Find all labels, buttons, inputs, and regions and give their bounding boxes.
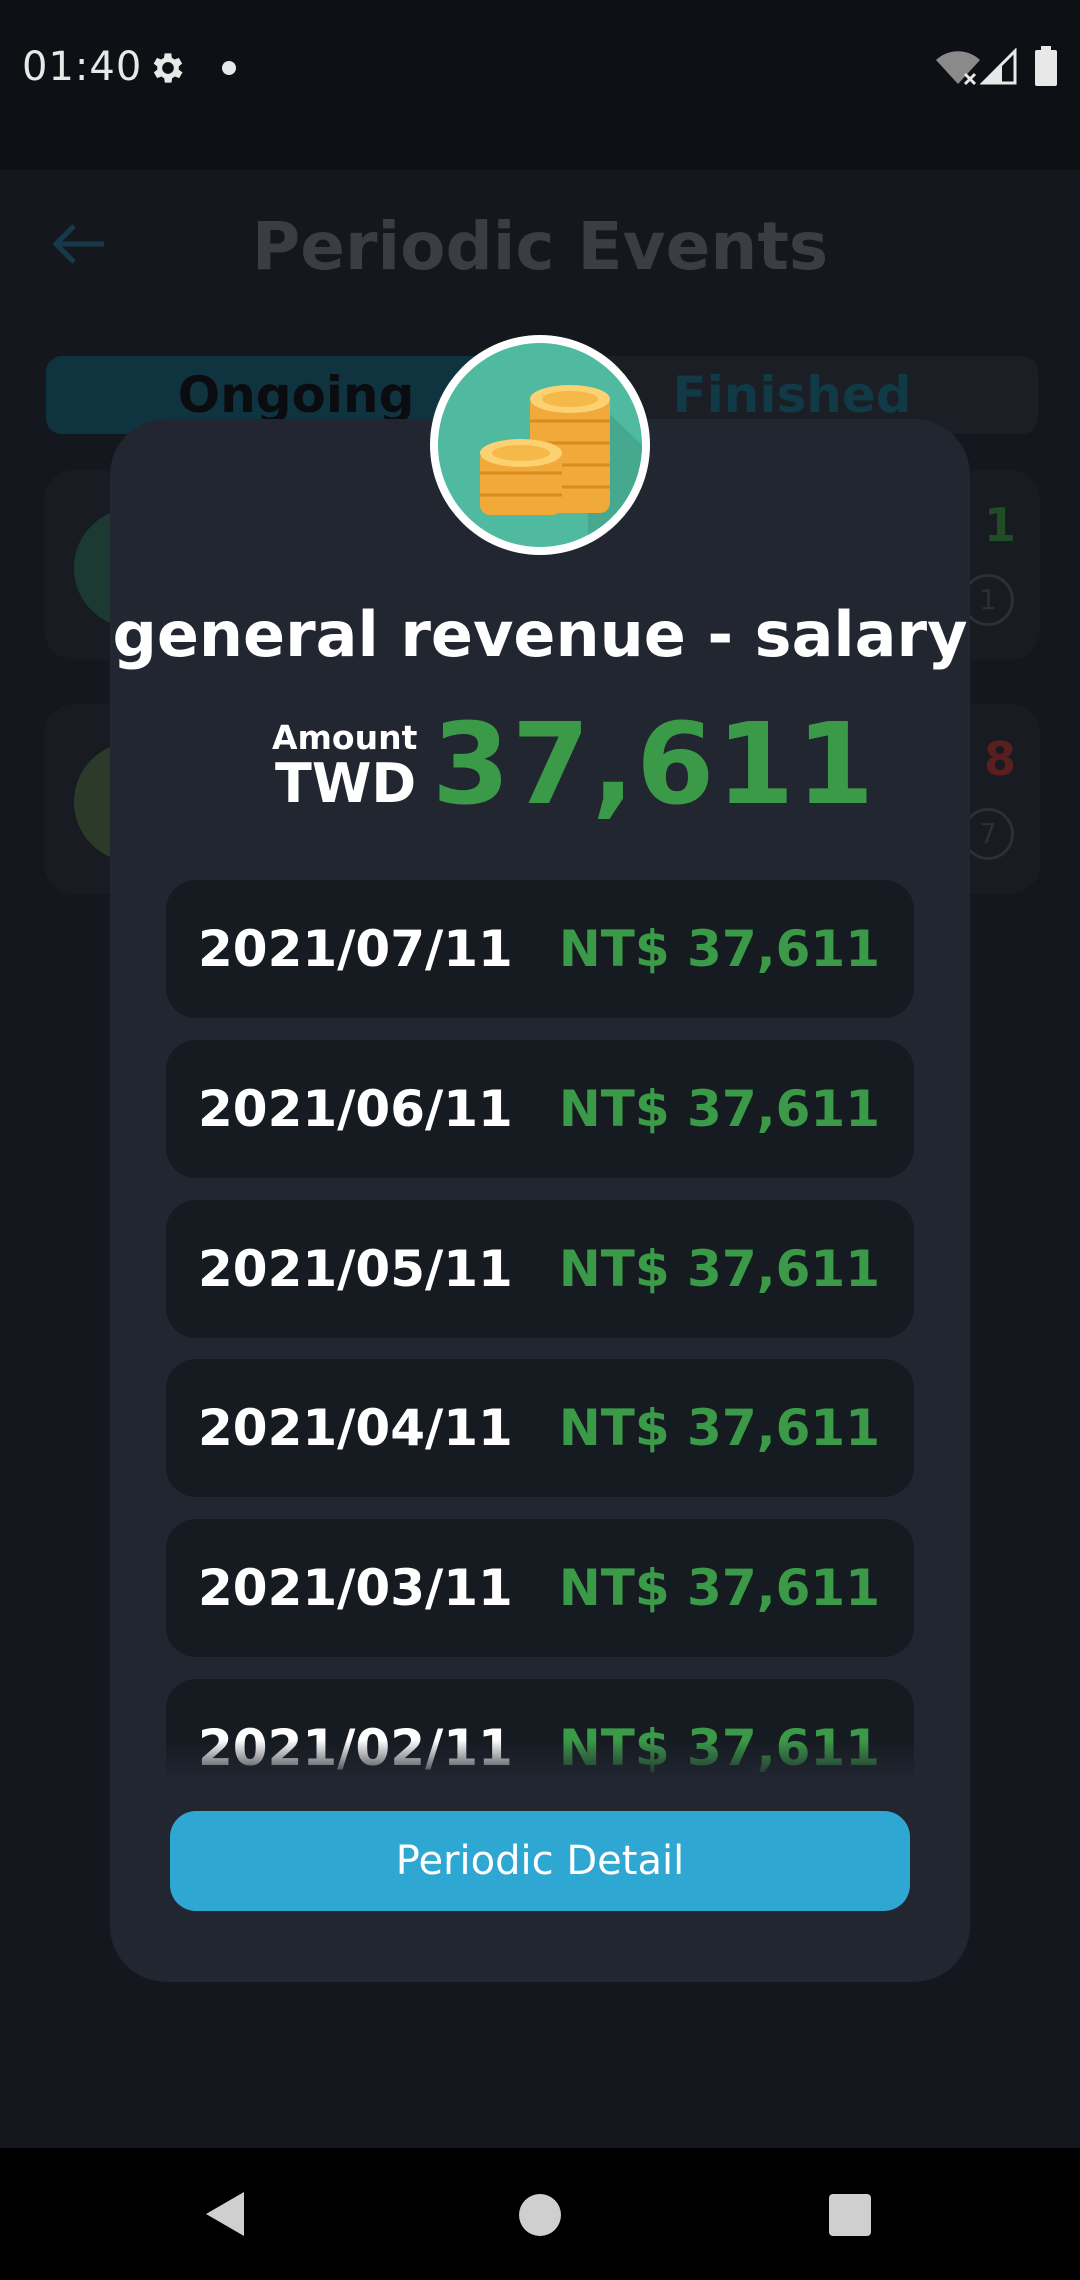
record-amount: NT$ 37,611	[558, 1240, 880, 1298]
gear-icon	[153, 53, 183, 83]
list-item[interactable]: 2021/05/11 NT$ 37,611	[166, 1200, 914, 1338]
amount-value: 37,611	[432, 700, 877, 830]
record-date: 2021/06/11	[198, 1080, 513, 1138]
list-item[interactable]: 2021/07/11 NT$ 37,611	[166, 880, 914, 1018]
page-title: Periodic Events	[251, 208, 829, 285]
record-date: 2021/03/11	[198, 1559, 513, 1617]
status-bar: 01:40	[0, 0, 1080, 170]
record-amount: NT$ 37,611	[558, 1080, 880, 1138]
notification-dot-icon	[222, 61, 236, 75]
coins-icon	[430, 335, 650, 555]
list-fade	[166, 1740, 914, 1780]
record-date: 2021/07/11	[198, 920, 513, 978]
list-item[interactable]: 2021/03/11 NT$ 37,611	[166, 1519, 914, 1657]
wifi-off-icon	[936, 51, 980, 86]
event-amount: 1	[983, 498, 1016, 552]
amount-summary: Amount TWD 37,611	[0, 700, 1080, 830]
home-icon[interactable]	[519, 2194, 561, 2236]
record-date: 2021/05/11	[198, 1240, 513, 1298]
recents-icon[interactable]	[829, 2194, 871, 2236]
record-list[interactable]: 2021/07/11 NT$ 37,611 2021/06/11 NT$ 37,…	[166, 880, 914, 1780]
status-time: 01:40	[22, 44, 143, 90]
list-item[interactable]: 2021/06/11 NT$ 37,611	[166, 1040, 914, 1178]
back-icon[interactable]	[200, 2188, 252, 2240]
currency-code: TWD	[275, 752, 417, 815]
navigation-bar	[0, 2148, 1080, 2280]
record-date: 2021/04/11	[198, 1399, 513, 1457]
event-title: general revenue - salary	[112, 598, 968, 671]
cell-signal-icon	[980, 48, 1017, 85]
record-amount: NT$ 37,611	[558, 1399, 880, 1457]
list-item[interactable]: 2021/04/11 NT$ 37,611	[166, 1359, 914, 1497]
record-amount: NT$ 37,611	[558, 920, 880, 978]
periodic-detail-button[interactable]: Periodic Detail	[170, 1811, 910, 1911]
record-amount: NT$ 37,611	[558, 1559, 880, 1617]
battery-icon	[1035, 46, 1057, 86]
